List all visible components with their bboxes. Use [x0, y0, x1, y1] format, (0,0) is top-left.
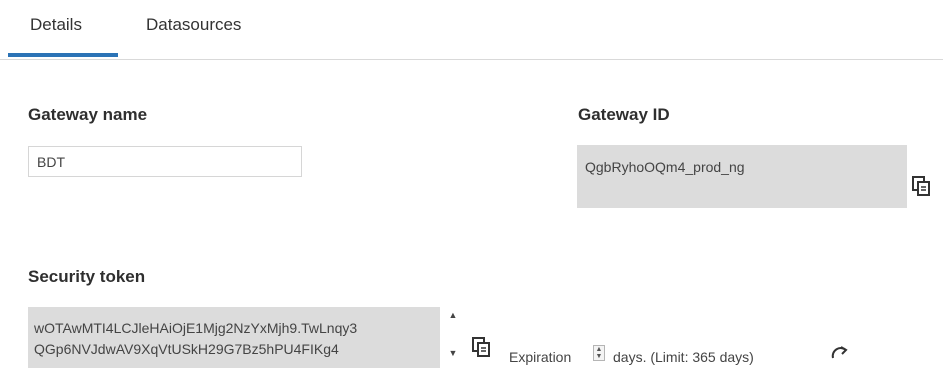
gateway-id-label: Gateway ID: [578, 105, 670, 124]
stepper-down-icon[interactable]: ▼: [595, 353, 603, 360]
expiration-limit-text: days. (Limit: 365 days): [613, 349, 754, 365]
security-token-line-1: wOTAwMTI4LCJleHAiOjE1Mjg2NzYxMjh9.TwLnqy…: [34, 320, 358, 336]
tab-datasources[interactable]: Datasources: [146, 15, 241, 59]
expiration-label: Expiration: [509, 349, 572, 365]
expiration-days-stepper[interactable]: ▲ ▼: [593, 345, 605, 361]
active-tab-indicator: [8, 53, 118, 57]
copy-icon: [912, 176, 930, 196]
tab-bar: Details Datasources: [0, 0, 943, 60]
regenerate-token-button[interactable]: [829, 342, 851, 364]
security-token-label: Security token: [28, 267, 146, 286]
refresh-icon: [831, 346, 848, 359]
gateway-name-label: Gateway name: [28, 105, 148, 124]
gateway-id-field: QgbRyhoOQm4_prod_ng: [577, 145, 907, 208]
stepper-up-icon[interactable]: ▲: [595, 346, 603, 353]
security-token-line-2: QGp6NVJdwAV9XqVtUSkH29G7Bz5hPU4FIKg4: [34, 341, 339, 357]
gateway-name-input[interactable]: [28, 146, 302, 177]
scroll-up-arrow-icon[interactable]: ▲: [446, 310, 460, 320]
gateway-id-value: QgbRyhoOQm4_prod_ng: [585, 159, 745, 175]
copy-icon: [472, 337, 490, 357]
copy-gateway-id-button[interactable]: [912, 176, 930, 196]
security-token-field[interactable]: wOTAwMTI4LCJleHAiOjE1Mjg2NzYxMjh9.TwLnqy…: [28, 307, 440, 368]
copy-security-token-button[interactable]: [472, 337, 490, 357]
scroll-down-arrow-icon[interactable]: ▼: [446, 348, 460, 358]
token-scrollbar[interactable]: ▲ ▼: [446, 310, 460, 366]
